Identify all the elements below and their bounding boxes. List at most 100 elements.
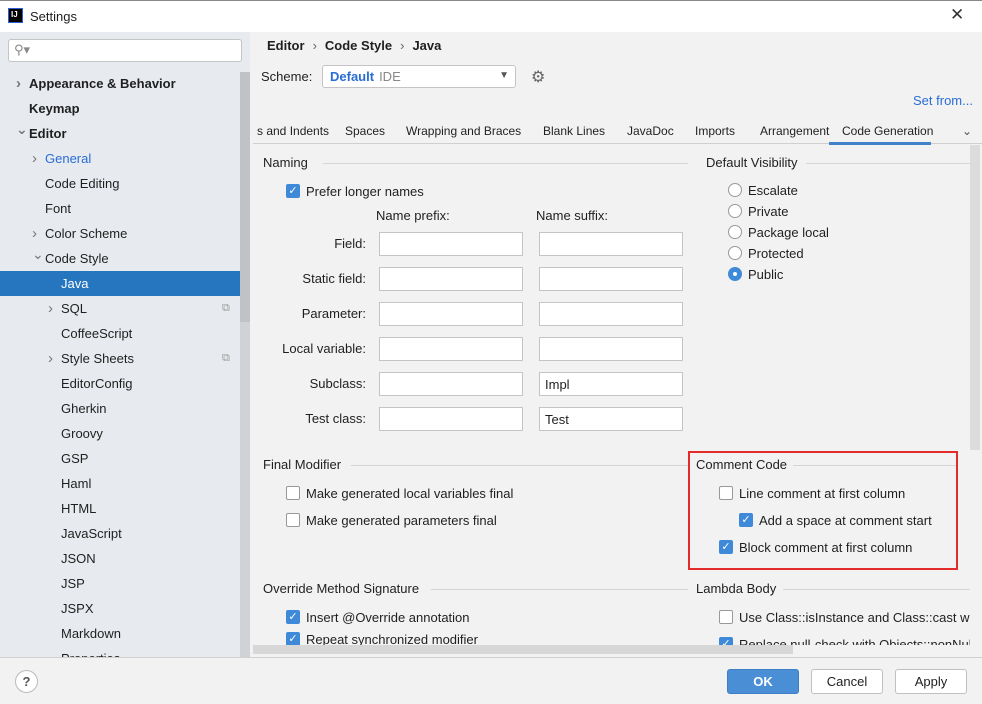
name-suffix-input[interactable]: Test	[539, 407, 683, 431]
sidebar-item-editor[interactable]: ⌄ Editor	[0, 121, 240, 146]
sidebar-item-code-style[interactable]: ⌄ Code Style	[0, 246, 240, 271]
chevron-down-icon[interactable]: ⌄	[32, 242, 44, 267]
final-parameters-label: Make generated parameters final	[306, 513, 497, 528]
sidebar-item-label: JSPX	[61, 601, 94, 616]
breadcrumb-code-style[interactable]: Code Style	[325, 38, 392, 53]
horizontal-scrollbar[interactable]	[253, 645, 793, 654]
name-prefix-input[interactable]	[379, 302, 523, 326]
sidebar-item-gherkin[interactable]: Gherkin	[0, 396, 240, 421]
repeat-synchronized-checkbox[interactable]: ✓	[286, 632, 300, 645]
apply-button[interactable]: Apply	[895, 669, 967, 694]
tab-blank-lines[interactable]: Blank Lines	[543, 124, 605, 138]
name-suffix-input[interactable]: Impl	[539, 372, 683, 396]
sidebar-item-java[interactable]: Java	[0, 271, 240, 296]
scheme-name: Default	[330, 69, 375, 84]
tab-spaces[interactable]: Spaces	[345, 124, 385, 138]
name-suffix-input[interactable]	[539, 302, 683, 326]
gear-icon[interactable]: ⚙	[531, 67, 545, 87]
insert-override-label: Insert @Override annotation	[306, 610, 470, 625]
replace-null-check-checkbox[interactable]: ✓	[719, 637, 733, 645]
sidebar-item-jsp[interactable]: JSP	[0, 571, 240, 596]
name-prefix-input[interactable]	[379, 232, 523, 256]
sidebar-item-groovy[interactable]: Groovy	[0, 421, 240, 446]
sidebar-item-general[interactable]: › General	[0, 146, 240, 171]
sidebar-item-font[interactable]: Font	[0, 196, 240, 221]
sidebar-item-keymap[interactable]: Keymap	[0, 96, 240, 121]
insert-override-checkbox[interactable]: ✓	[286, 610, 300, 624]
sidebar-item-style-sheets[interactable]: › Style Sheets ⧉	[0, 346, 240, 371]
close-icon[interactable]: ✕	[950, 5, 964, 25]
search-input[interactable]: ⚲▾	[8, 39, 242, 62]
tab-bar: s and Indents Spaces Wrapping and Braces…	[253, 118, 982, 145]
set-from-link[interactable]: Set from...	[913, 93, 973, 108]
sidebar-item-code-editing[interactable]: Code Editing	[0, 171, 240, 196]
final-local-variables-checkbox[interactable]	[286, 486, 300, 500]
chevron-right-icon[interactable]: ›	[16, 71, 21, 96]
cancel-button[interactable]: Cancel	[811, 669, 883, 694]
final-local-variables-label: Make generated local variables final	[306, 486, 514, 501]
visibility-radio[interactable]	[728, 246, 742, 260]
visibility-radio[interactable]	[728, 204, 742, 218]
visibility-radio[interactable]	[728, 267, 742, 281]
prefer-longer-names-checkbox[interactable]: ✓	[286, 184, 300, 198]
tab-wrapping-and-braces[interactable]: Wrapping and Braces	[406, 124, 521, 138]
tab-arrangement[interactable]: Arrangement	[760, 124, 829, 138]
tab-imports[interactable]: Imports	[695, 124, 735, 138]
chevron-right-icon[interactable]: ›	[48, 346, 53, 371]
use-class-isinstance-label: Use Class::isInstance and Class::cast wh…	[739, 610, 970, 625]
code-generation-panel: Naming ✓ Prefer longer names Name prefix…	[253, 145, 970, 645]
use-class-isinstance-checkbox[interactable]	[719, 610, 733, 624]
sidebar-item-label: Properties	[61, 646, 120, 657]
name-suffix-input[interactable]	[539, 267, 683, 291]
sidebar-item-editorconfig[interactable]: EditorConfig	[0, 371, 240, 396]
sidebar-item-appearance-behavior[interactable]: › Appearance & Behavior	[0, 71, 240, 96]
sidebar-item-label: GSP	[61, 451, 89, 466]
sidebar-item-label: HTML	[61, 501, 97, 516]
tab-javadoc[interactable]: JavaDoc	[627, 124, 674, 138]
naming-row-label: Subclass:	[309, 376, 366, 391]
sidebar-item-sql[interactable]: › SQL ⧉	[0, 296, 240, 321]
tab-code-generation[interactable]: Code Generation	[829, 124, 933, 145]
divider	[351, 465, 688, 466]
breadcrumb-editor[interactable]: Editor	[267, 38, 305, 53]
ok-button[interactable]: OK	[727, 669, 799, 694]
name-prefix-input[interactable]	[379, 407, 523, 431]
name-suffix-input[interactable]	[539, 337, 683, 361]
final-parameters-checkbox[interactable]	[286, 513, 300, 527]
chevron-down-icon[interactable]: ⌄	[16, 117, 28, 142]
chevron-right-icon[interactable]: ›	[32, 146, 37, 171]
sidebar-item-label: Font	[45, 201, 72, 216]
tab-tabs-and-indents[interactable]: s and Indents	[257, 124, 329, 138]
visibility-radio[interactable]	[728, 225, 742, 239]
comment-code-highlight	[688, 451, 958, 570]
sidebar-item-gsp[interactable]: GSP	[0, 446, 240, 471]
name-prefix-input[interactable]	[379, 372, 523, 396]
sidebar-item-json[interactable]: JSON	[0, 546, 240, 571]
sidebar-item-label: EditorConfig	[61, 376, 133, 391]
chevron-right-icon[interactable]: ›	[48, 296, 53, 321]
naming-title: Naming	[263, 155, 308, 170]
vertical-scrollbar[interactable]	[970, 145, 980, 450]
sidebar-item-jspx[interactable]: JSPX	[0, 596, 240, 621]
name-suffix-input[interactable]	[539, 232, 683, 256]
sidebar-item-markdown[interactable]: Markdown	[0, 621, 240, 646]
sidebar-item-label: Keymap	[29, 101, 80, 116]
sidebar-item-html[interactable]: HTML	[0, 496, 240, 521]
sidebar-scrollbar-thumb[interactable]	[240, 72, 250, 322]
sidebar-item-coffeescript[interactable]: CoffeeScript	[0, 321, 240, 346]
breadcrumb-java: Java	[412, 38, 442, 53]
divider	[783, 589, 970, 590]
name-prefix-input[interactable]	[379, 267, 523, 291]
more-tabs-chevron-icon[interactable]: ⌄	[962, 124, 972, 138]
scheme-dropdown[interactable]: Default IDE ▼	[322, 65, 516, 88]
sidebar-item-properties[interactable]: Properties	[0, 646, 240, 657]
name-prefix-input[interactable]	[379, 337, 523, 361]
breadcrumb-separator: ›	[312, 38, 317, 53]
help-button[interactable]: ?	[15, 670, 38, 693]
sidebar-item-javascript[interactable]: JavaScript	[0, 521, 240, 546]
prefer-longer-names-label: Prefer longer names	[306, 184, 424, 199]
naming-row-label: Field:	[334, 236, 366, 251]
sidebar-item-haml[interactable]: Haml	[0, 471, 240, 496]
name-prefix-header: Name prefix:	[376, 208, 450, 223]
visibility-radio[interactable]	[728, 183, 742, 197]
